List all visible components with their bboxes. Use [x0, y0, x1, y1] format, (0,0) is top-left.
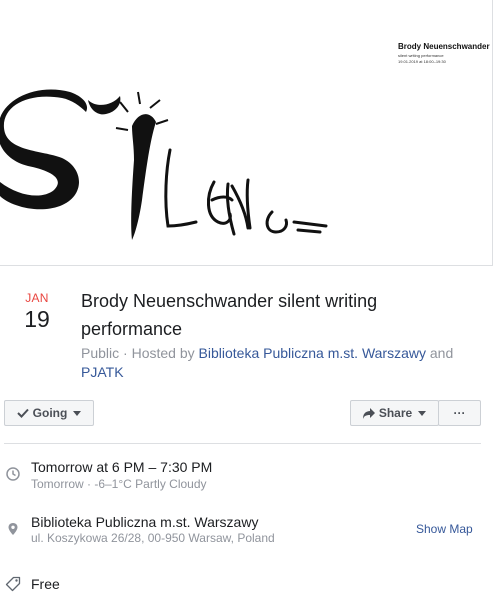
event-title: Brody Neuenschwander silent writing perf… [81, 291, 378, 339]
event-day: 19 [24, 306, 50, 332]
ticket-tag-icon [5, 576, 21, 592]
chevron-down-icon [418, 410, 427, 416]
show-map-link[interactable]: Show Map [416, 522, 473, 536]
privacy-label: Public [81, 345, 120, 361]
poster-subtitle: silent writing performance [398, 53, 444, 58]
share-button[interactable]: Share [350, 400, 439, 426]
clock-icon [6, 467, 20, 481]
check-icon [16, 408, 29, 418]
event-host-line: Public · Hosted by Biblioteka Publiczna … [81, 345, 454, 380]
more-dots-icon: ··· [453, 406, 466, 420]
event-date-badge: JAN 19 [19, 291, 55, 333]
event-cover-image[interactable]: Brody Neuenschwander silent writing perf… [0, 0, 493, 266]
silence-calligraphy-artwork [0, 89, 328, 240]
event-price: Free [31, 576, 60, 592]
map-pin-icon [8, 523, 18, 535]
event-time: Tomorrow at 6 PM – 7:30 PM [31, 459, 213, 475]
hosted-by-label: Hosted by [131, 345, 195, 361]
chevron-down-icon [73, 410, 82, 416]
event-location-name[interactable]: Biblioteka Publiczna m.st. Warszawy [31, 514, 258, 530]
event-time-weather: Tomorrow · -6–1°C Partly Cloudy [31, 477, 207, 491]
event-location-address: ul. Koszykowa 26/28, 00-950 Warsaw, Pola… [31, 531, 275, 545]
event-month: JAN [25, 291, 49, 305]
host-link-pjatk[interactable]: PJATK [81, 364, 124, 380]
going-label: Going [32, 406, 68, 420]
section-divider [4, 443, 481, 444]
and-label: and [429, 345, 454, 361]
going-button[interactable]: Going [4, 400, 94, 426]
poster-datetime: 19.01.2019 at 18:00–19:30 [398, 59, 446, 64]
host-link-biblioteka[interactable]: Biblioteka Publiczna m.st. Warszawy [199, 345, 426, 361]
more-options-button[interactable]: ··· [438, 400, 481, 426]
share-label: Share [378, 406, 413, 420]
share-arrow-icon [362, 407, 375, 419]
poster-artist-name: Brody Neuenschwander [398, 42, 490, 51]
